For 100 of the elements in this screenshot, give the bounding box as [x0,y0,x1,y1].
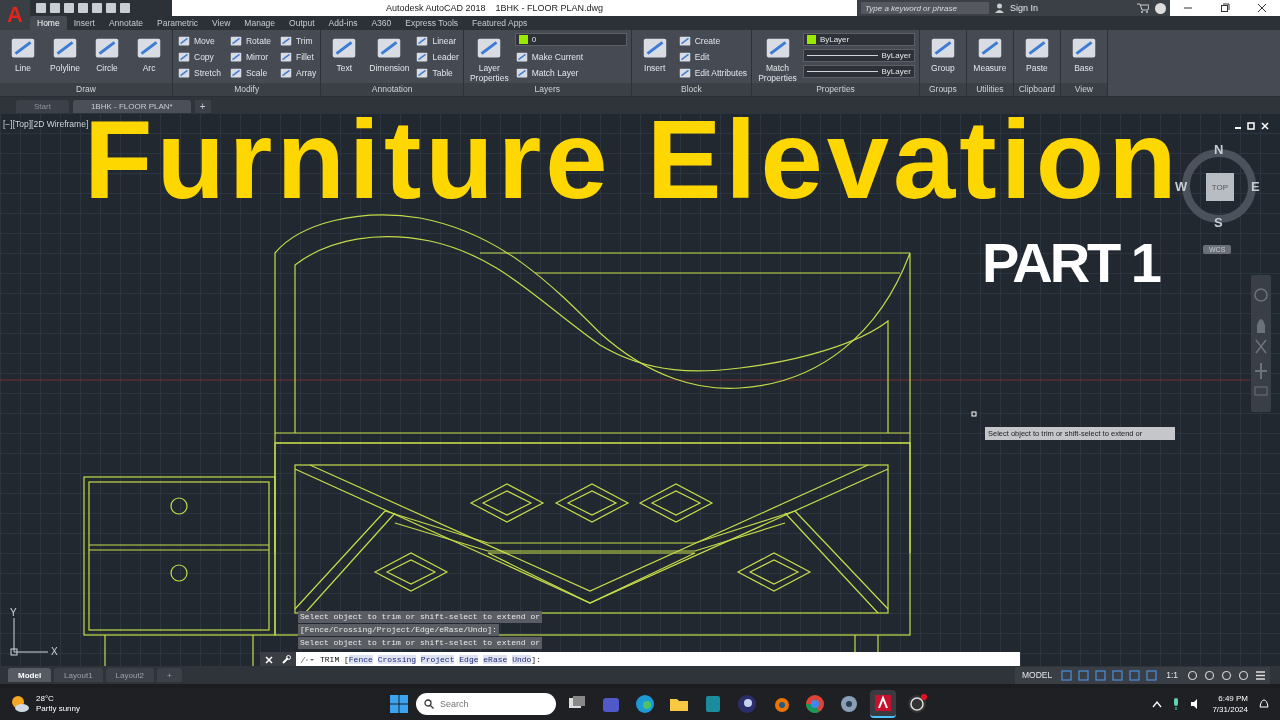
ribbon-tool-button[interactable]: Leader [415,49,459,64]
ribbon-tool-button[interactable]: Create [677,33,748,48]
compass-label[interactable]: E [1251,179,1260,194]
annotation-scale-button[interactable]: 1:1 [1163,670,1181,680]
panel-label[interactable]: Groups [919,83,966,96]
ribbon-tool-button[interactable]: Match Properties [756,33,799,83]
sign-in-button[interactable]: Sign In [1010,3,1039,13]
ribbon-tab[interactable]: Add-ins [321,16,365,30]
ribbon-tool-button[interactable]: Rotate [228,33,271,48]
compass-label[interactable]: W [1175,179,1188,194]
ribbon-tool-button[interactable]: Insert [635,33,674,73]
notification-bell-icon[interactable] [1258,698,1270,710]
panel-label[interactable]: Clipboard [1013,83,1060,96]
panel-label[interactable]: Annotation [321,83,463,96]
ribbon-tool-button[interactable]: Array [279,65,317,80]
status-toggle-icon[interactable] [1095,669,1107,681]
panel-label[interactable]: View [1060,83,1107,96]
ribbon-tab[interactable]: Insert [66,16,102,30]
compass-label[interactable]: S [1214,215,1223,230]
microphone-icon[interactable] [1172,698,1181,710]
ribbon-tab[interactable]: Annotate [101,16,150,30]
ribbon-tool-button[interactable]: Edit [677,49,748,64]
ribbon-tool-button[interactable]: Stretch [177,65,221,80]
ribbon-tool-button[interactable]: Text [325,33,364,73]
ribbon-tool-button[interactable]: Edit Attributes [677,65,748,80]
ribbon-tool-button[interactable]: Mirror [228,49,271,64]
status-toggle-icon[interactable] [1187,669,1198,681]
ribbon-tool-button[interactable]: Measure [970,33,1009,73]
viewport-label[interactable]: [−][Top][2D Wireframe] [3,119,89,129]
ribbon-tool-button[interactable]: Polyline [46,33,84,73]
ribbon-tool-button[interactable]: Table [415,65,459,80]
ribbon-tool-button[interactable]: Match Layer [514,65,627,80]
command-option[interactable]: Undo [512,655,532,664]
menu-icon[interactable] [1255,669,1266,681]
compass-label[interactable]: N [1214,142,1224,157]
new-tab-button[interactable]: + [194,100,211,113]
panel-label[interactable]: Properties [752,83,919,96]
taskbar-app-button[interactable] [870,690,896,718]
panel-label[interactable]: Block [631,83,752,96]
ribbon-tool-button[interactable]: Dimension [367,33,412,73]
ribbon-tool-button[interactable]: Line [4,33,42,73]
status-toggle-icon[interactable] [1112,669,1124,681]
ribbon-tool-button[interactable]: Circle [88,33,126,73]
panel-label[interactable]: Modify [173,83,321,96]
ribbon-tab[interactable]: A360 [364,16,399,30]
command-line-field[interactable]: TRIM [Fence Crossing Project Edge eRase Undo]: [296,652,1020,666]
ribbon-tool-button[interactable]: Make Current [514,49,627,64]
ribbon-tab[interactable]: Parametric [150,16,206,30]
weather-icon[interactable] [10,695,30,713]
status-toggle-icon[interactable] [1238,669,1249,681]
command-option[interactable]: eRase [483,655,508,664]
ribbon-tab[interactable]: Manage [237,16,283,30]
viewcube-face[interactable]: TOP [1206,173,1234,201]
status-toggle-icon[interactable] [1221,669,1232,681]
panel-label[interactable]: Draw [0,83,172,96]
status-toggle-icon[interactable] [1129,669,1141,681]
dropdown[interactable]: 0 [514,33,627,46]
ribbon-tool-button[interactable]: Paste [1017,33,1056,73]
command-option[interactable]: Fence [348,655,373,664]
model-space-button[interactable]: MODEL [1018,670,1056,680]
ribbon-tool-button[interactable]: Fillet [279,49,317,64]
taskbar-search-field[interactable]: Search [416,693,556,715]
command-option[interactable]: Crossing [377,655,417,664]
start-icon[interactable] [390,695,408,713]
close-icon[interactable] [1256,3,1267,13]
dropdown[interactable]: ByLayer [802,65,915,78]
ribbon-tab[interactable]: View [205,16,238,30]
new-layout-button[interactable]: + [157,668,182,682]
ribbon-tab[interactable]: Output [282,16,322,30]
clock-date[interactable]: 7/31/2024 [1212,704,1248,715]
ribbon-tool-button[interactable]: Layer Properties [467,33,511,83]
status-toggle-icon[interactable] [1078,669,1090,681]
ribbon-tab[interactable]: Express Tools [398,16,466,30]
ribbon-tool-button[interactable]: Trim [279,33,317,48]
document-tab[interactable]: 1BHK - FLOOR PLAN* [72,100,191,113]
ribbon-tool-button[interactable]: Group [923,33,962,73]
dropdown[interactable]: ByLayer [802,49,915,62]
ribbon-tab[interactable]: Home [30,16,67,30]
dropdown[interactable]: ByLayer [802,33,915,46]
ribbon-tab[interactable]: Featured Apps [465,16,535,30]
ribbon-tool-button[interactable]: Linear [415,33,459,48]
restore-icon[interactable] [1220,3,1230,13]
ribbon-tool-button[interactable]: Arc [130,33,168,73]
viewport-controls-icon[interactable] [1234,122,1270,130]
layout-tab[interactable]: Model [8,668,52,682]
ribbon-tool-button[interactable]: Copy [177,49,221,64]
ribbon-tool-button[interactable]: Move [177,33,221,48]
panel-label[interactable]: Utilities [966,83,1013,96]
wrench-icon[interactable] [282,655,292,664]
layout-tab[interactable]: Layout2 [105,668,155,682]
command-option[interactable]: Project [420,655,455,664]
layout-tab[interactable]: Layout1 [54,668,103,682]
document-tab[interactable]: Start [16,100,69,113]
cart-icon[interactable] [1137,3,1149,13]
chevron-up-icon[interactable] [1152,700,1163,708]
ribbon-tool-button[interactable]: Base [1064,33,1103,73]
keyword-search-field[interactable]: Type a keyword or phrase [861,2,989,14]
status-toggle-icon[interactable] [1061,669,1073,681]
clock-time[interactable]: 6:49 PM [1218,693,1248,704]
ribbon-tool-button[interactable]: Scale [228,65,271,80]
